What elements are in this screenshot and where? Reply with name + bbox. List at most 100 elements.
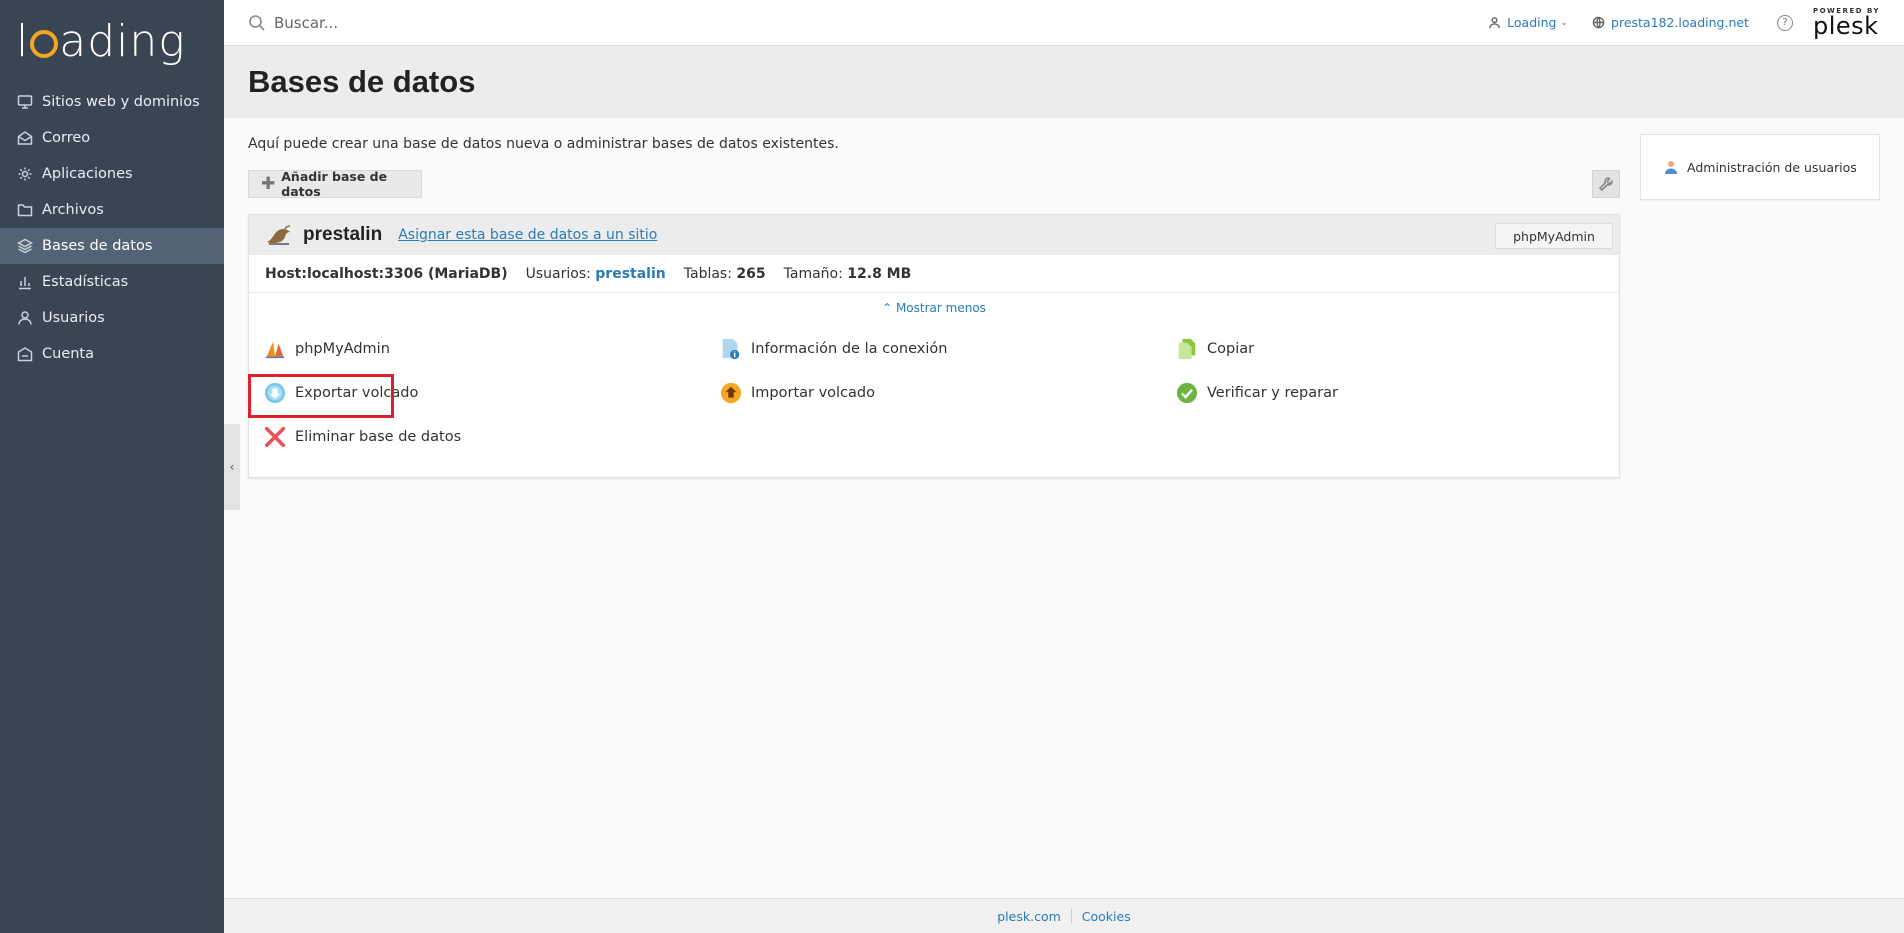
size-value: 12.8 MB — [847, 265, 912, 282]
action-check-repair[interactable]: Verificar y reparar — [1175, 379, 1338, 407]
action-label: Información de la conexión — [751, 341, 948, 357]
settings-button[interactable] — [1592, 170, 1620, 198]
gear-icon — [16, 165, 34, 183]
folder-icon — [16, 201, 34, 219]
plesk-wordmark: plesk — [1812, 11, 1879, 40]
sidebar-item-label: Archivos — [42, 202, 104, 218]
search-input[interactable] — [274, 13, 674, 32]
sidebar-item-cuenta[interactable]: Cuenta — [0, 336, 224, 372]
tables-value: 265 — [736, 265, 766, 282]
chevron-left-icon: ‹ — [229, 460, 235, 474]
database-card-header: prestalin Asignar esta base de datos a u… — [249, 215, 1619, 255]
sidebar-item-aplicaciones[interactable]: Aplicaciones — [0, 156, 224, 192]
show-less-toggle[interactable]: ⌃ Mostrar menos — [249, 301, 1619, 317]
users-link[interactable]: prestalin — [595, 266, 665, 282]
help-icon[interactable]: ? — [1776, 14, 1793, 31]
sidebar-item-label: Aplicaciones — [42, 166, 133, 182]
sidebar-item-label: Estadísticas — [42, 274, 129, 290]
copy-icon — [1175, 337, 1199, 361]
logo-text-end: ading — [59, 16, 186, 67]
check-icon — [1175, 381, 1199, 405]
users-label: Usuarios: — [525, 265, 591, 282]
page-header: Bases de datos — [224, 46, 1904, 118]
assign-site-link[interactable]: Asignar esta base de datos a un sitio — [398, 227, 657, 243]
host-label: Host: — [265, 265, 307, 282]
action-copy[interactable]: Copiar — [1175, 335, 1254, 363]
phpmyadmin-icon — [263, 337, 287, 361]
add-database-label: Añadir base de datos — [281, 169, 388, 199]
layers-icon — [16, 237, 34, 255]
database-card: prestalin Asignar esta base de datos a u… — [248, 214, 1620, 478]
footer-link-plesk[interactable]: plesk.com — [997, 909, 1061, 924]
user-admin-label: Administración de usuarios — [1687, 159, 1857, 175]
page-title: Bases de datos — [248, 64, 476, 99]
user-menu-label: Loading — [1507, 15, 1557, 30]
sidebar-item-label: Bases de datos — [42, 238, 153, 254]
user-admin-panel[interactable]: Administración de usuarios — [1640, 134, 1880, 200]
domain-label: presta182.loading.net — [1611, 15, 1749, 30]
topbar: Loading ⌄ presta182.loading.net ? POWERE… — [224, 0, 1904, 46]
sidebar-item-label: Sitios web y dominios — [42, 94, 200, 110]
user-menu[interactable]: Loading ⌄ — [1488, 15, 1568, 30]
database-info-row: Host: localhost:3306 (MariaDB) Usuarios: … — [249, 255, 1619, 293]
brand-logo[interactable]: l ading — [0, 0, 224, 78]
sidebar-item-estadisticas[interactable]: Estadísticas — [0, 264, 224, 300]
account-icon — [16, 345, 34, 363]
mariadb-seal-icon — [267, 225, 291, 245]
action-label: Eliminar base de datos — [295, 429, 462, 445]
page-description: Aquí puede crear una base de datos nueva… — [248, 136, 839, 152]
sidebar-item-label: Usuarios — [42, 310, 105, 326]
sidebar-item-label: Correo — [42, 130, 91, 146]
sidebar: l ading Sitios web y dominios Correo Apli… — [0, 0, 224, 933]
add-database-button[interactable]: ✚ Añadir base de datos — [248, 169, 422, 199]
database-name[interactable]: prestalin — [303, 224, 382, 246]
action-delete-database[interactable]: Eliminar base de datos — [263, 423, 461, 451]
sidebar-item-label: Cuenta — [42, 346, 94, 362]
action-label: Verificar y reparar — [1207, 385, 1338, 401]
plus-icon: ✚ — [261, 174, 276, 194]
sidebar-item-sitios[interactable]: Sitios web y dominios — [0, 84, 224, 120]
user-icon — [1489, 17, 1500, 29]
connection-info-icon — [719, 337, 743, 361]
search-icon — [249, 14, 265, 31]
user-admin-icon — [1665, 161, 1677, 174]
sidebar-item-bases-de-datos[interactable]: Bases de datos — [0, 228, 224, 264]
chevron-up-icon: ⌃ — [882, 301, 893, 315]
domain-link[interactable]: presta182.loading.net — [1592, 15, 1749, 30]
logo-o-ring — [30, 30, 59, 58]
wrench-icon — [1598, 177, 1613, 192]
size-label: Tamaño: — [783, 265, 843, 282]
delete-icon — [263, 425, 287, 449]
bar-chart-icon — [16, 273, 34, 291]
sidebar-collapse-toggle[interactable]: ‹ — [224, 424, 240, 510]
action-phpmyadmin[interactable]: phpMyAdmin — [263, 335, 390, 363]
chevron-down-icon: ⌄ — [1560, 17, 1569, 28]
host-value: localhost:3306 (MariaDB) — [306, 265, 508, 282]
show-less-label: Mostrar menos — [895, 301, 986, 315]
sidebar-item-archivos[interactable]: Archivos — [0, 192, 224, 228]
footer-link-cookies[interactable]: Cookies — [1082, 909, 1131, 924]
user-icon — [16, 309, 34, 327]
logo-text-start: l — [16, 16, 30, 67]
action-connection-info[interactable]: Información de la conexión — [719, 335, 947, 363]
main-content: Aquí puede crear una base de datos nueva… — [224, 118, 1904, 898]
upload-icon — [719, 381, 743, 405]
phpmyadmin-button[interactable]: phpMyAdmin — [1495, 223, 1613, 249]
footer: plesk.com Cookies — [224, 898, 1904, 933]
footer-divider — [1070, 909, 1072, 923]
tables-label: Tablas: — [683, 265, 732, 282]
globe-icon — [1592, 16, 1605, 29]
action-label: phpMyAdmin — [295, 341, 390, 357]
action-label: Copiar — [1207, 341, 1255, 357]
action-import-dump[interactable]: Importar volcado — [719, 379, 875, 407]
sidebar-nav: Sitios web y dominios Correo Aplicacione… — [0, 84, 224, 372]
mail-icon — [16, 129, 34, 147]
search-box — [224, 13, 1464, 32]
sidebar-item-correo[interactable]: Correo — [0, 120, 224, 156]
topbar-right: Loading ⌄ presta182.loading.net ? POWERE… — [1464, 7, 1904, 40]
plesk-logo: POWERED BY plesk — [1812, 7, 1880, 40]
sidebar-item-usuarios[interactable]: Usuarios — [0, 300, 224, 336]
monitor-icon — [16, 93, 34, 111]
action-label: Importar volcado — [751, 385, 875, 401]
export-highlight-box — [248, 374, 394, 418]
